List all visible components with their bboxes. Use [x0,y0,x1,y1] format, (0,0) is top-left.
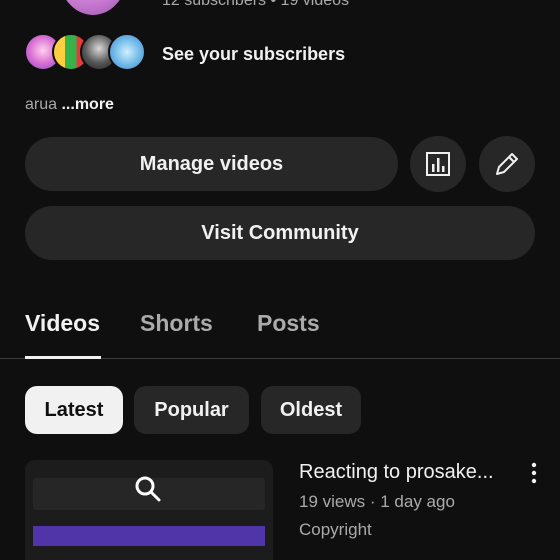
manage-videos-label: Manage videos [139,152,284,175]
chip-label: Oldest [279,398,343,421]
see-subscribers-link[interactable]: See your subscribers [162,44,345,65]
video-thumbnail[interactable] [25,460,273,560]
channel-description[interactable]: arua ...more [25,96,114,114]
more-link[interactable]: ...more [61,96,113,113]
analytics-button[interactable] [410,136,466,192]
channel-tabs: Videos Shorts Posts [0,300,560,359]
thumbnail-bottom-bar [33,526,265,546]
tab-shorts[interactable]: Shorts [140,310,213,337]
chip-label: Latest [44,398,104,421]
chip-label: Popular [154,398,229,421]
video-more-button[interactable] [522,458,546,488]
video-title[interactable]: Reacting to prosake... [299,461,494,484]
kebab-menu-icon [531,462,537,484]
filter-chip-popular[interactable]: Popular [134,386,249,434]
description-text: arua [25,96,58,113]
active-tab-indicator [25,356,101,359]
manage-videos-button[interactable]: Manage videos [25,137,398,191]
subscriber-avatar [108,33,146,71]
pencil-icon [496,153,518,175]
search-icon [133,474,163,509]
filter-chip-oldest[interactable]: Oldest [261,386,361,434]
video-meta: 19 views · 1 day ago [299,492,455,511]
analytics-icon [426,152,450,176]
visit-community-button[interactable]: Visit Community [25,206,535,260]
filter-chip-latest[interactable]: Latest [25,386,123,434]
tab-posts[interactable]: Posts [257,310,320,337]
visit-community-label: Visit Community [201,221,359,244]
edit-channel-button[interactable] [479,136,535,192]
tab-videos[interactable]: Videos [25,310,100,337]
channel-stats: 12 subscribers • 19 videos [162,0,350,9]
video-copyright-label: Copyright [299,520,372,539]
channel-avatar[interactable] [58,0,128,15]
subscriber-avatars[interactable] [24,33,146,75]
